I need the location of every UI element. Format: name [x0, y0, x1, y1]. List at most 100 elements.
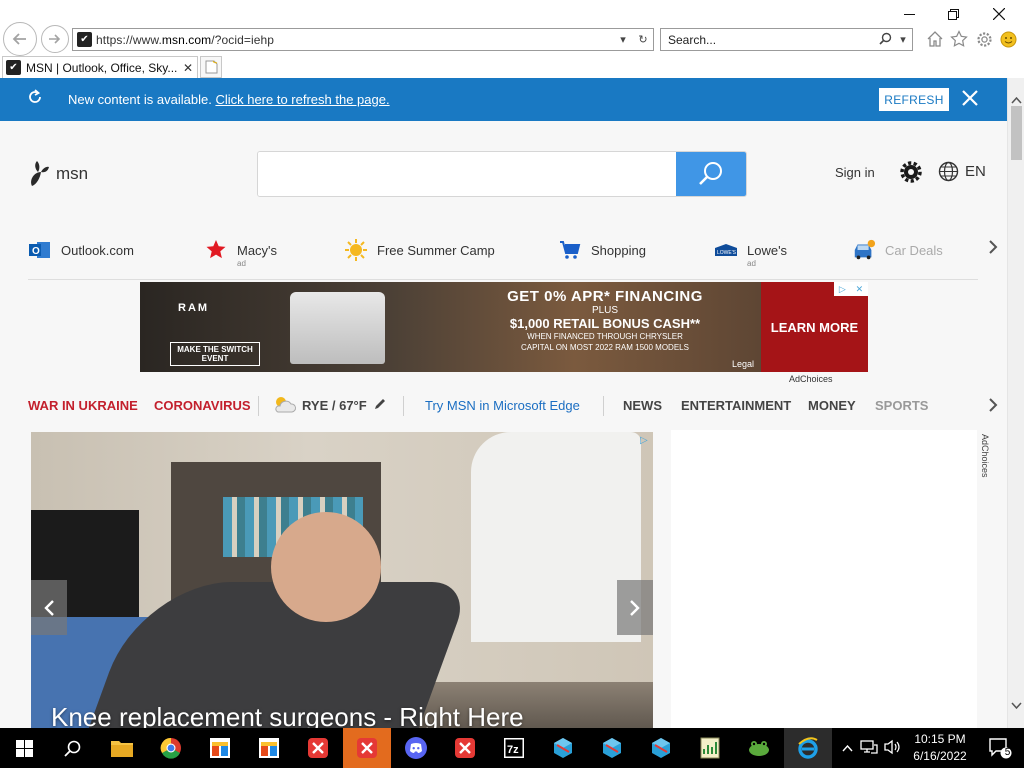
quick-link-outlook[interactable]: O Outlook.com [28, 238, 134, 262]
quick-link-shopping[interactable]: Shopping [558, 238, 646, 262]
msn-search-box[interactable] [257, 151, 747, 197]
nav-try-edge-link[interactable]: Try MSN in Microsoft Edge [425, 398, 580, 413]
restore-button[interactable] [930, 2, 976, 26]
hero-ad-icon[interactable]: ▷ [640, 435, 648, 446]
hero-carousel[interactable]: ▷ Knee replacement surgeons - Right Here [31, 432, 653, 728]
nav-weather[interactable]: RYE / 67°F [302, 398, 367, 413]
chart-document-icon [700, 737, 720, 759]
ad-close-icon[interactable]: ✕ [856, 284, 864, 295]
side-adchoices-link[interactable]: AdChoices [980, 434, 990, 478]
topic-nav: WAR IN UKRAINE CORONAVIRUS RYE / 67°F Tr… [28, 396, 978, 416]
edit-pencil-icon[interactable] [374, 398, 386, 413]
carousel-next-button[interactable] [617, 580, 653, 635]
address-bar[interactable]: ✔ https://www.msn.com/?ocid=iehp ▾ ↻ [72, 28, 654, 51]
refresh-banner: New content is available. Click here to … [0, 78, 1007, 121]
quick-link-macys[interactable]: Macy's ad [204, 238, 277, 268]
ad-switch-event: MAKE THE SWITCH EVENT [170, 342, 260, 366]
tab-close-icon[interactable]: ✕ [183, 61, 193, 75]
minimize-button[interactable] [886, 2, 932, 26]
ad-choices-close[interactable]: ▷ ✕ [834, 282, 868, 296]
7zip-button[interactable]: 7z [490, 728, 538, 768]
settings-gear-icon[interactable] [900, 161, 922, 183]
discord-button[interactable] [392, 728, 440, 768]
svg-text:7z: 7z [507, 744, 519, 756]
internet-explorer-button[interactable] [784, 728, 832, 768]
search-dropdown-icon[interactable]: ▾ [894, 33, 912, 46]
ad-truck-image [290, 292, 385, 364]
tray-overflow-chevron-icon[interactable] [840, 741, 854, 755]
msn-search-button[interactable] [676, 152, 746, 196]
quick-link-lowes[interactable]: LOWE'S Lowe's ad [714, 238, 787, 268]
volume-icon[interactable] [884, 739, 904, 758]
refresh-button[interactable]: REFRESH [879, 88, 949, 111]
quick-link-summer-camp[interactable]: Free Summer Camp [344, 238, 495, 262]
side-ad-slot[interactable] [671, 430, 977, 728]
search-icon[interactable] [876, 32, 894, 48]
network-icon[interactable] [860, 739, 882, 758]
msn-search-input[interactable] [258, 152, 676, 196]
taskbar-app-window-2[interactable] [245, 728, 293, 768]
smiley-feedback-icon[interactable] [998, 29, 1018, 49]
close-window-button[interactable] [976, 2, 1022, 26]
home-icon[interactable] [925, 29, 945, 49]
scroll-down-icon[interactable] [1008, 697, 1024, 714]
nav-news[interactable]: NEWS [623, 398, 662, 413]
nav-sports[interactable]: SPORTS [875, 398, 928, 413]
refresh-icon[interactable]: ↻ [633, 33, 653, 46]
favorites-star-icon[interactable] [949, 29, 969, 49]
nav-coronavirus[interactable]: CORONAVIRUS [154, 398, 251, 413]
nav-next-icon[interactable] [988, 398, 998, 417]
sun-icon [344, 238, 368, 262]
scrollbar-thumb[interactable] [1011, 106, 1022, 160]
address-url[interactable]: https://www.msn.com/?ocid=iehp [96, 33, 613, 47]
taskbar-app-error-1[interactable] [294, 728, 342, 768]
error-x-icon [455, 738, 475, 758]
new-tab-button[interactable] [200, 56, 222, 78]
nav-separator [258, 396, 259, 416]
hero-image-therapist [471, 432, 641, 642]
taskbar-search-button[interactable] [48, 728, 96, 768]
ram-ad-banner[interactable]: RAM MAKE THE SWITCH EVENT GET 0% APR* FI… [140, 282, 868, 372]
ad-legal-link[interactable]: Legal [732, 359, 754, 369]
address-dropdown-icon[interactable]: ▾ [613, 33, 633, 46]
taskbar-app-error-3[interactable] [441, 728, 489, 768]
quick-link-car-deals[interactable]: Car Deals [852, 238, 943, 262]
hero-image-knee [271, 512, 381, 622]
browser-search-input[interactable] [661, 32, 876, 47]
back-button[interactable] [3, 22, 37, 56]
taskbar-app-frog[interactable] [735, 728, 783, 768]
shopping-cart-icon [558, 238, 582, 262]
forward-button[interactable] [41, 25, 69, 53]
adchoices-link[interactable]: AdChoices [789, 374, 833, 384]
page-scrollbar[interactable] [1007, 78, 1024, 728]
language-selector[interactable]: EN [938, 161, 986, 182]
nav-entertainment[interactable]: ENTERTAINMENT [681, 398, 791, 413]
file-explorer-button[interactable] [98, 728, 146, 768]
banner-close-button[interactable] [958, 86, 982, 110]
msn-tab-favicon-icon: ✔ [6, 60, 21, 75]
taskbar-app-3d-2[interactable] [588, 728, 636, 768]
msn-logo[interactable]: msn [28, 160, 88, 188]
quick-links-next-icon[interactable] [988, 240, 998, 259]
app-window-icon [210, 738, 230, 758]
chrome-button[interactable] [147, 728, 195, 768]
browser-search-box[interactable]: ▾ [660, 28, 913, 51]
nav-war-in-ukraine[interactable]: WAR IN UKRAINE [28, 398, 138, 413]
action-center-button[interactable]: 5 [976, 728, 1024, 768]
banner-refresh-link[interactable]: Click here to refresh the page. [215, 92, 389, 107]
taskbar-clock[interactable]: 10:15 PM 6/16/2022 [906, 731, 974, 765]
settings-gear-icon[interactable] [974, 29, 994, 49]
sign-in-link[interactable]: Sign in [835, 165, 875, 180]
nav-money[interactable]: MONEY [808, 398, 856, 413]
taskbar-app-window-1[interactable] [196, 728, 244, 768]
taskbar-app-3d-1[interactable] [539, 728, 587, 768]
tab-msn[interactable]: ✔ MSN | Outlook, Office, Sky... ✕ [2, 56, 198, 78]
start-button[interactable] [0, 728, 48, 768]
carousel-prev-button[interactable] [31, 580, 67, 635]
hero-caption[interactable]: Knee replacement surgeons - Right Here [51, 702, 524, 728]
ad-choices-triangle-icon: ▷ [838, 283, 846, 294]
taskbar-app-3d-3[interactable] [637, 728, 685, 768]
taskbar-app-error-2[interactable] [343, 728, 391, 768]
car-icon [852, 238, 876, 262]
taskbar-app-chart[interactable] [686, 728, 734, 768]
